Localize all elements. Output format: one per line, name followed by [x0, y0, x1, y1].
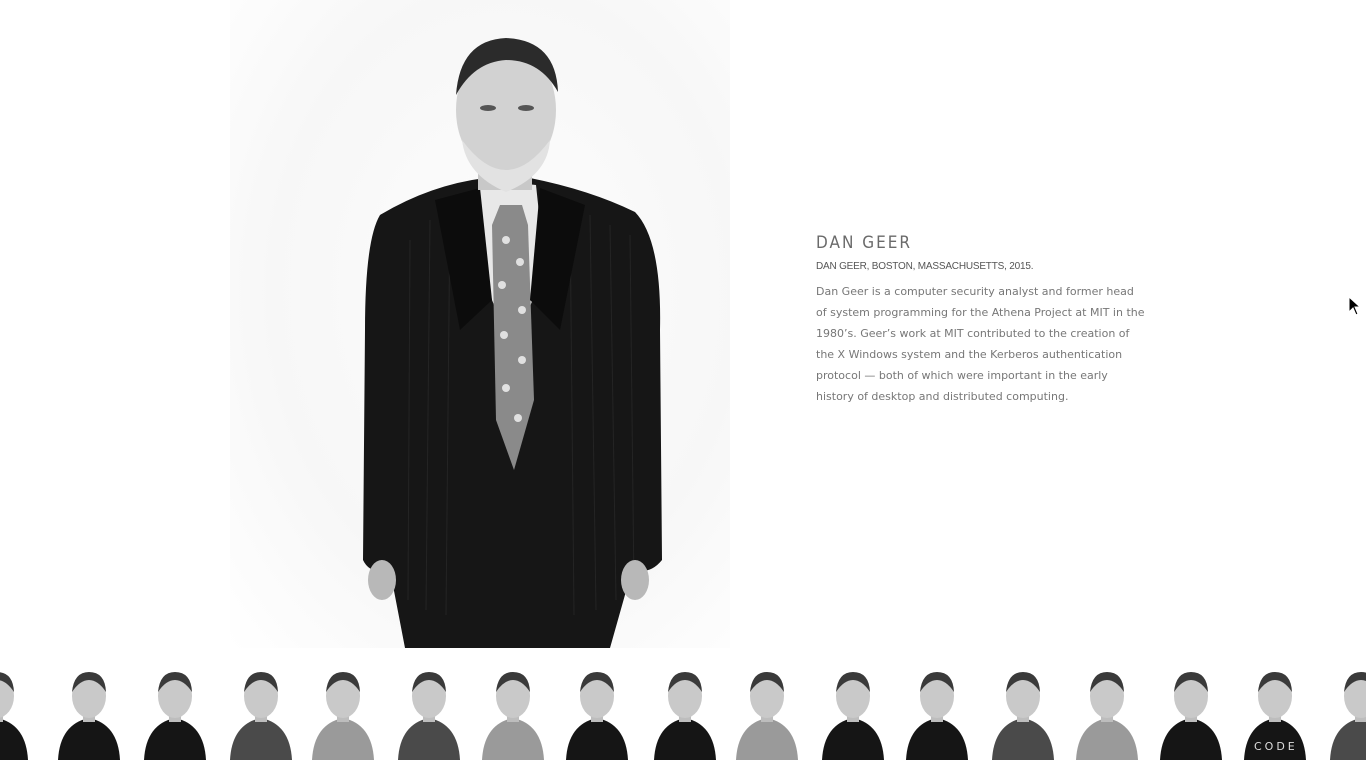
portrait-thumbnail[interactable]	[304, 662, 382, 760]
portrait-thumbnail[interactable]	[984, 662, 1062, 760]
person-name: DAN GEER	[816, 233, 913, 253]
portrait-thumbnail[interactable]	[136, 662, 214, 760]
portrait-thumbnail[interactable]	[390, 662, 468, 760]
portrait-thumbnail[interactable]	[1152, 662, 1230, 760]
mouse-cursor-icon	[1348, 296, 1362, 316]
photo-caption: DAN GEER, BOSTON, MASSACHUSETTS, 2015.	[816, 261, 1034, 272]
portrait-thumbnail[interactable]	[898, 662, 976, 760]
portrait-thumbnail[interactable]	[728, 662, 806, 760]
portrait-thumbnail[interactable]	[1322, 662, 1366, 760]
shirt-text: CODE	[1254, 740, 1298, 753]
portrait-thumbnail[interactable]	[814, 662, 892, 760]
featured-portrait-photo	[230, 0, 730, 648]
person-bio: Dan Geer is a computer security analyst …	[816, 285, 1145, 403]
gallery-page: DAN GEER DAN GEER, BOSTON, MASSACHUSETTS…	[0, 0, 1366, 768]
portrait-thumbnail[interactable]	[0, 662, 36, 760]
portrait-thumbnail[interactable]: CODE	[1236, 662, 1314, 760]
portrait-thumbnail[interactable]	[646, 662, 724, 760]
portrait-info-panel: DAN GEER DAN GEER, BOSTON, MASSACHUSETTS…	[816, 233, 1146, 407]
portrait-thumbnail-strip[interactable]: CODE	[0, 662, 1366, 768]
portrait-thumbnail[interactable]	[474, 662, 552, 760]
portrait-thumbnail[interactable]	[1068, 662, 1146, 760]
portrait-thumbnail[interactable]	[558, 662, 636, 760]
portrait-thumbnail[interactable]	[222, 662, 300, 760]
portrait-thumbnail[interactable]	[50, 662, 128, 760]
